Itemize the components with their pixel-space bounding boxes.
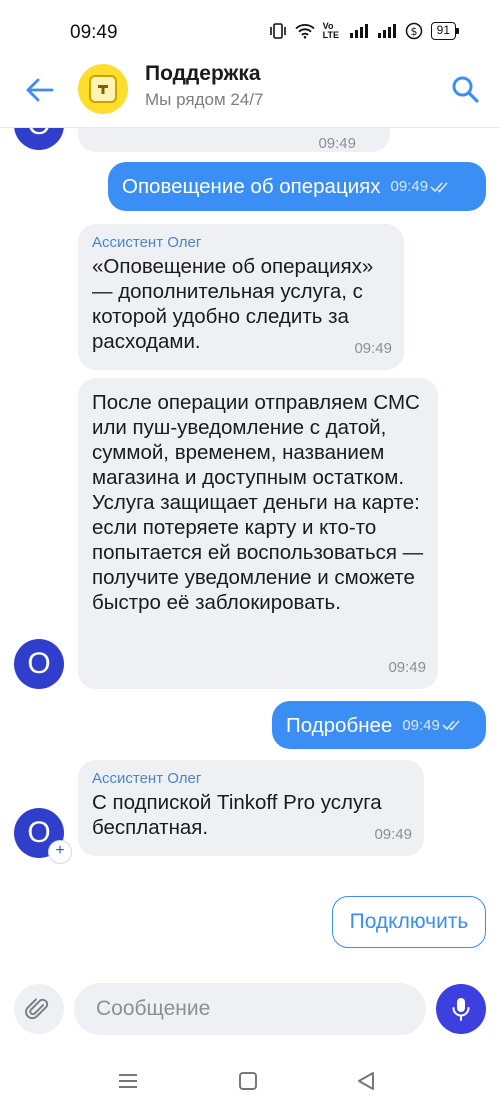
chat-header: Поддержка Мы рядом 24/7 xyxy=(0,62,500,128)
assistant-avatar[interactable]: O xyxy=(14,639,64,689)
message-bubble[interactable]: Ассистент Олег С подпиской Tinkoff Pro у… xyxy=(78,760,424,856)
signal-icon-2 xyxy=(377,24,396,38)
chat-title: Поддержка xyxy=(145,62,261,85)
message-composer xyxy=(0,975,500,1045)
bank-logo[interactable] xyxy=(78,64,128,114)
connect-button[interactable]: Подключить xyxy=(332,896,486,948)
message-time: 09:49 xyxy=(374,826,412,843)
recent-apps-icon[interactable] xyxy=(116,1069,140,1093)
status-icons: Vo LTE $ 91 xyxy=(269,21,460,40)
microphone-icon xyxy=(452,998,470,1021)
assistant-avatar[interactable]: O xyxy=(14,128,64,150)
battery-indicator: 91 xyxy=(430,22,460,40)
message-text: После операции отправляем СМС или пуш-ув… xyxy=(92,391,424,614)
paperclip-icon xyxy=(25,998,49,1020)
double-check-icon xyxy=(430,181,448,193)
vibrate-icon xyxy=(269,23,286,39)
status-bar: 09:49 Vo LTE $ 91 xyxy=(0,0,500,62)
system-navigation-bar xyxy=(0,1055,500,1111)
message-bubble-outgoing[interactable]: Оповещение об операциях 09:49 xyxy=(108,162,486,211)
attach-button[interactable] xyxy=(14,984,64,1034)
voice-message-button[interactable] xyxy=(436,984,486,1034)
search-icon[interactable] xyxy=(450,74,480,104)
back-icon[interactable] xyxy=(354,1069,378,1093)
message-time: 09:49 xyxy=(402,713,462,738)
plus-icon[interactable]: + xyxy=(48,840,72,864)
sender-name: Ассистент Олег xyxy=(92,234,202,251)
volte-label: Vo LTE xyxy=(322,21,339,40)
message-time: 09:49 xyxy=(391,174,451,199)
data-saver-icon: $ xyxy=(405,22,422,40)
message-list[interactable]: O 09:49 Оповещение об операциях 09:49 Ас… xyxy=(0,128,500,968)
message-time: 09:49 xyxy=(318,135,356,152)
shield-logo-icon xyxy=(89,75,117,103)
signal-icon xyxy=(349,24,368,38)
status-time: 09:49 xyxy=(70,22,118,43)
message-text: «Оповещение об операциях» — дополнительн… xyxy=(92,255,374,353)
message-time: 09:49 xyxy=(388,659,426,676)
message-text: С подпиской Tinkoff Pro услуга бесплатна… xyxy=(92,791,382,839)
message-bubble[interactable]: 09:49 xyxy=(78,128,390,152)
message-bubble[interactable]: После операции отправляем СМС или пуш-ув… xyxy=(78,378,438,689)
back-arrow-icon[interactable] xyxy=(24,76,56,104)
message-input[interactable] xyxy=(74,983,426,1035)
chat-subtitle: Мы рядом 24/7 xyxy=(145,90,264,109)
message-bubble[interactable]: Ассистент Олег «Оповещение об операциях»… xyxy=(78,224,404,370)
message-text: Оповещение об операциях xyxy=(122,175,381,198)
double-check-icon xyxy=(442,720,460,731)
sender-name: Ассистент Олег xyxy=(92,770,202,787)
wifi-icon xyxy=(295,24,315,39)
assistant-avatar[interactable]: O + xyxy=(14,808,72,864)
svg-text:$: $ xyxy=(410,25,417,38)
message-bubble-outgoing[interactable]: Подробнее 09:49 xyxy=(272,701,486,749)
message-text: Подробнее xyxy=(286,713,393,737)
message-time: 09:49 xyxy=(354,340,392,357)
home-icon[interactable] xyxy=(236,1069,260,1093)
